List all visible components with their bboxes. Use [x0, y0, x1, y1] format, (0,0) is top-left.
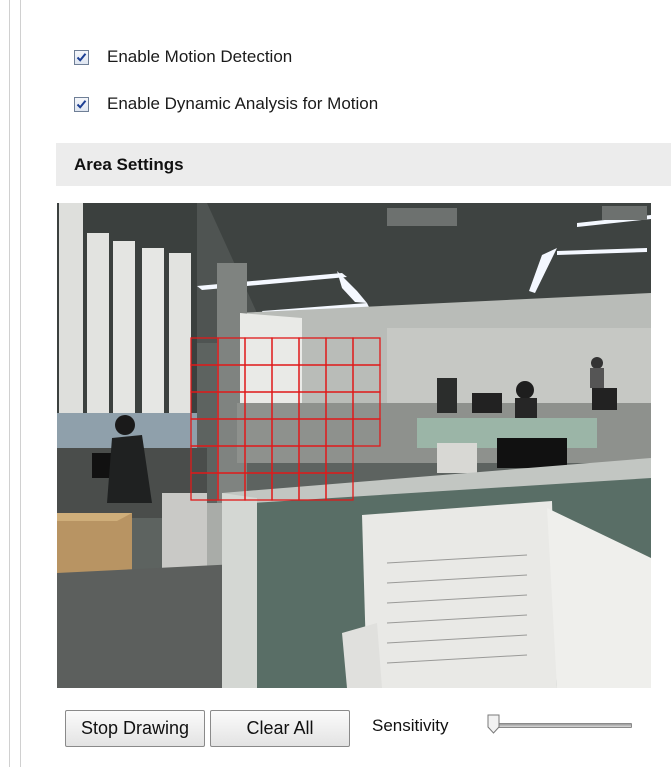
stop-drawing-label: Stop Drawing — [80, 718, 190, 738]
area-settings-header: Area Settings — [56, 143, 671, 186]
area-settings-title: Area Settings — [74, 154, 184, 174]
enable-motion-detection-label: Enable Motion Detection — [107, 47, 293, 66]
checkmark-icon — [76, 99, 87, 109]
left-border-outer — [9, 0, 10, 767]
camera-preview[interactable] — [57, 203, 651, 688]
enable-motion-detection-checkbox[interactable] — [74, 49, 89, 65]
clear-all-label: Clear All — [246, 718, 314, 738]
clear-all-button[interactable]: Clear All — [210, 710, 350, 747]
left-border-inner — [20, 0, 21, 767]
stop-drawing-button[interactable]: Stop Drawing — [65, 710, 205, 747]
sensitivity-slider-track[interactable] — [492, 723, 632, 728]
sensitivity-slider-thumb[interactable] — [487, 714, 500, 734]
office-scene-image — [57, 203, 651, 688]
enable-dynamic-analysis-label: Enable Dynamic Analysis for Motion — [107, 94, 379, 113]
enable-motion-detection-row[interactable]: Enable Motion Detection — [74, 46, 292, 68]
enable-dynamic-analysis-row[interactable]: Enable Dynamic Analysis for Motion — [74, 93, 378, 115]
checkmark-icon — [76, 52, 87, 62]
enable-dynamic-analysis-checkbox[interactable] — [74, 96, 89, 112]
sensitivity-label: Sensitivity — [372, 716, 449, 735]
